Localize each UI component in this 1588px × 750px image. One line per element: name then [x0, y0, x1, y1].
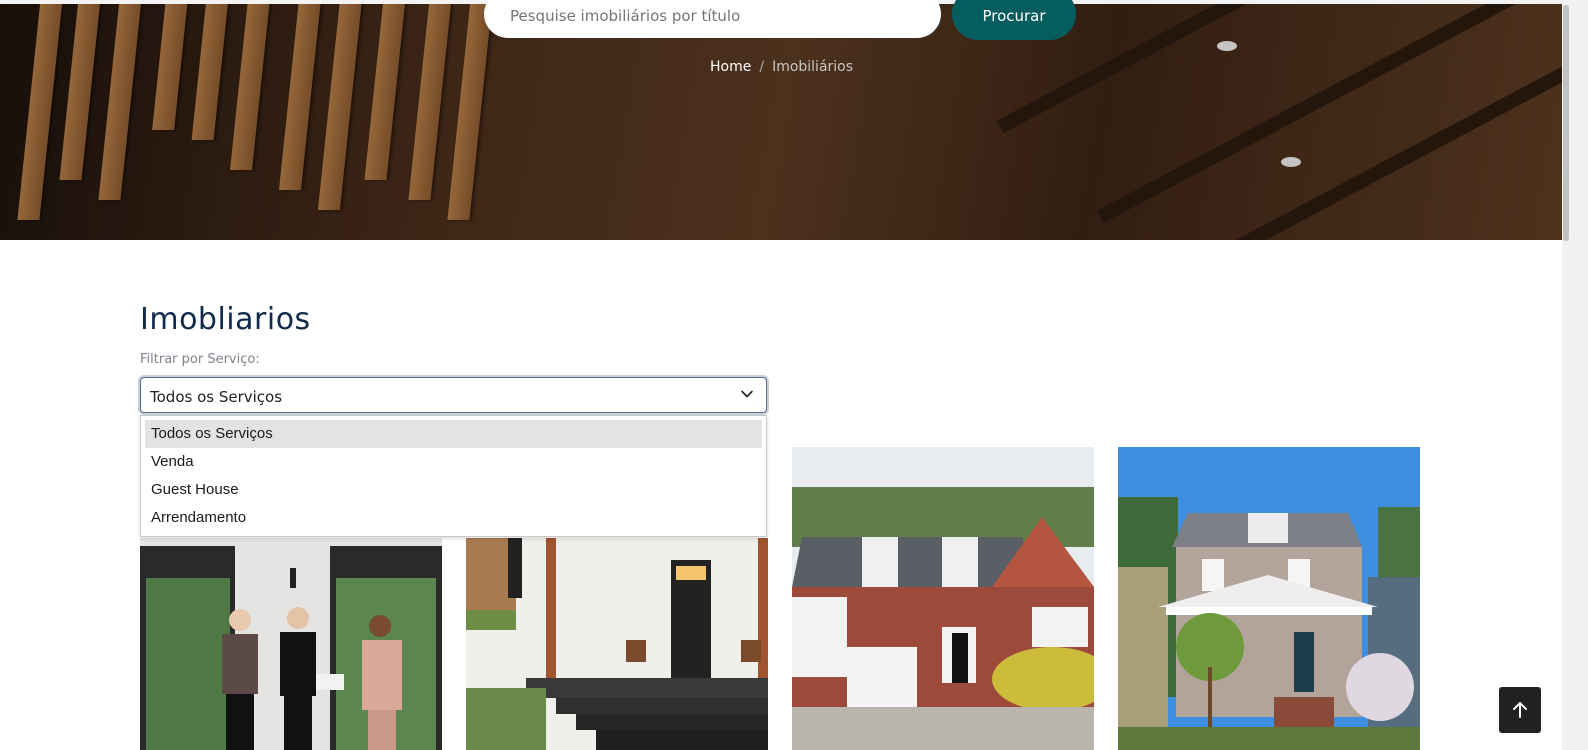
service-option-venda[interactable]: Venda [145, 448, 762, 476]
filter-label: Filtrar por Serviço: [140, 352, 260, 367]
arrow-up-icon [1513, 702, 1527, 718]
search-box [484, 0, 941, 38]
service-option-all[interactable]: Todos os Serviços [145, 420, 762, 448]
breadcrumb-home-link[interactable]: Home [710, 59, 751, 75]
breadcrumb-separator: / [759, 59, 765, 75]
service-option-guest-house[interactable]: Guest House [145, 476, 762, 504]
page-scrollbar-thumb[interactable] [1563, 5, 1569, 241]
breadcrumb-current: Imobiliários [772, 59, 854, 75]
service-filter-value: Todos os Serviços [150, 388, 283, 406]
property-card-image[interactable] [1118, 447, 1420, 750]
service-filter-select[interactable]: Todos os Serviços [140, 377, 767, 413]
service-option-arrendamento[interactable]: Arrendamento [145, 504, 762, 532]
property-card-image[interactable] [466, 538, 768, 750]
back-to-top-button[interactable] [1499, 687, 1541, 733]
property-card-image[interactable] [792, 447, 1094, 750]
page-title: Imobliarios [140, 302, 311, 337]
chevron-down-icon [741, 390, 753, 398]
search-button[interactable]: Procurar [952, 0, 1076, 40]
search-input[interactable] [508, 6, 932, 26]
breadcrumb: Home / Imobiliários [710, 59, 853, 75]
service-filter-dropdown: Todos os Serviços Venda Guest House Arre… [140, 415, 767, 537]
property-card-image[interactable] [140, 538, 442, 750]
